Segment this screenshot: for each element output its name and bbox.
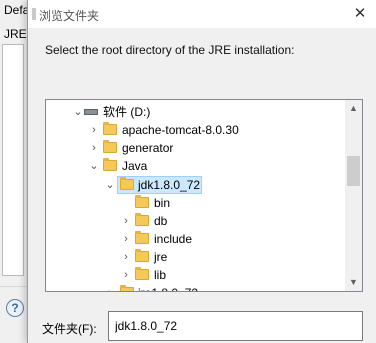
scroll-down-icon[interactable]: ▼ [345, 274, 362, 291]
dialog-titlebar: 浏览文件夹 ✕ [28, 0, 376, 28]
browse-folder-dialog: 浏览文件夹 ✕ Select the root directory of the… [27, 0, 376, 343]
background-jre-label: JRE [4, 27, 27, 41]
chevron-down-icon[interactable]: ⌄ [89, 157, 99, 175]
tree-item-label: jdk1.8.0_72 [138, 178, 201, 192]
tree-item-label: include [154, 232, 193, 246]
tree-item-jre[interactable]: › jre [46, 248, 346, 266]
drive-icon [84, 109, 98, 115]
tree-item-db[interactable]: › db [46, 212, 346, 230]
tree-item-label: 软件 (D:) [103, 105, 151, 119]
chevron-right-icon[interactable]: › [89, 139, 99, 157]
close-button[interactable]: ✕ [348, 4, 372, 24]
background-jre-list [2, 44, 24, 276]
scroll-up-icon[interactable]: ▲ [345, 100, 362, 117]
tree-item-label: bin [154, 196, 171, 210]
scroll-thumb[interactable] [347, 156, 360, 186]
background-window-title: Defa [4, 3, 30, 17]
tree-scrollbar[interactable]: ▲ ▼ [345, 100, 362, 291]
tree-item-label: jre [154, 250, 168, 264]
tree-item-label: generator [122, 141, 174, 155]
tree-item-label: Java [122, 159, 148, 173]
folder-field-label: 文件夹(F): [42, 322, 97, 336]
folder-icon [135, 195, 149, 208]
tree-item-label: jre1.8.0_72 [138, 284, 198, 291]
tree-item-include[interactable]: › include [46, 230, 346, 248]
expander-placeholder [121, 194, 131, 212]
help-icon[interactable]: ? [6, 299, 24, 317]
chevron-right-icon[interactable]: › [121, 266, 131, 284]
chevron-right-icon[interactable]: › [121, 248, 131, 266]
chevron-right-icon[interactable]: › [121, 212, 131, 230]
folder-icon [135, 249, 149, 262]
background-separator [0, 286, 28, 287]
tree-item-java[interactable]: ⌄ Java [46, 157, 346, 175]
dialog-prompt: Select the root directory of the JRE ins… [45, 43, 295, 57]
folder-icon [103, 122, 117, 135]
tree-item-lib[interactable]: › lib [46, 266, 346, 284]
tree-item-jre-1-8[interactable]: › jre1.8.0_72 [46, 284, 346, 291]
tree-item-drive-d[interactable]: ⌄ 软件 (D:) [46, 103, 346, 121]
chevron-down-icon[interactable]: ⌄ [105, 176, 115, 194]
tree-item-bin[interactable]: bin [46, 194, 346, 212]
folder-icon [135, 213, 149, 226]
folder-icon [120, 177, 134, 190]
folder-icon [135, 231, 149, 244]
folder-field[interactable] [108, 311, 363, 341]
chevron-right-icon[interactable]: › [89, 121, 99, 139]
tree-item-generator[interactable]: › generator [46, 139, 346, 157]
folder-icon [120, 285, 134, 291]
chevron-right-icon[interactable]: › [121, 230, 131, 248]
folder-icon [103, 158, 117, 171]
folder-icon [103, 140, 117, 153]
tree-item-label: lib [154, 268, 167, 282]
tree-item-label: apache-tomcat-8.0.30 [122, 123, 239, 137]
tree-item-label: db [154, 214, 168, 228]
chevron-down-icon[interactable]: ⌄ [73, 103, 83, 121]
dialog-app-icon [32, 8, 36, 20]
chevron-right-icon[interactable]: › [105, 284, 115, 291]
tree-item-jdk[interactable]: ⌄ jdk1.8.0_72 [46, 176, 346, 194]
folder-icon [135, 267, 149, 280]
dialog-title: 浏览文件夹 [39, 9, 100, 23]
tree-item-apache-tomcat[interactable]: › apache-tomcat-8.0.30 [46, 121, 346, 139]
folder-tree[interactable]: ⌄ 软件 (D:) › apache-tomcat-8.0.30 › gener… [45, 99, 363, 292]
